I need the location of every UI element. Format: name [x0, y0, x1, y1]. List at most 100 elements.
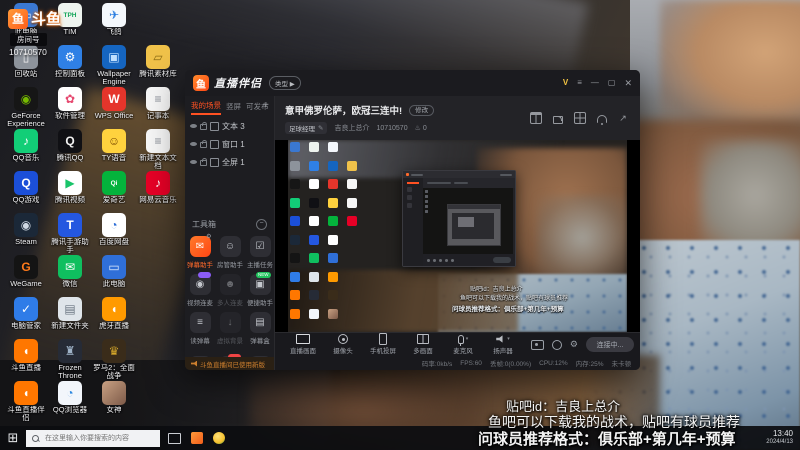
desktop-icon[interactable]: Q QQ游戏	[4, 171, 48, 213]
desktop-icon[interactable]: ▤ 新建文件夹	[48, 297, 92, 339]
toolbox-tool[interactable]: ↓ 虚拟背景	[215, 312, 245, 350]
lock-icon[interactable]	[200, 140, 207, 148]
toolbar-source-button[interactable]: ▾ 扬声器	[483, 334, 523, 355]
desktop-icon[interactable]: ▱ 腾讯素材库	[136, 45, 180, 87]
desktop-icon[interactable]: ♛ 罗马2：全面战争	[92, 339, 136, 381]
gift-box-icon[interactable]	[530, 112, 542, 124]
tool-gear-icon[interactable]: ⚙	[206, 233, 211, 240]
desktop-icon[interactable]	[136, 339, 180, 381]
visibility-eye-icon[interactable]	[190, 160, 197, 164]
notice-bar[interactable]: 斗鱼直播间已使用新版	[185, 357, 274, 370]
search-input[interactable]	[43, 433, 154, 443]
desktop-icon[interactable]	[136, 381, 180, 423]
dropdown-arrow-icon[interactable]: ▾	[466, 336, 469, 342]
desktop-icon-label: 百度网盘	[99, 238, 129, 246]
settings-gear-icon[interactable]: ⚙	[570, 340, 578, 349]
desktop-screen: ▭ 此电脑 TPH TIM ✈ 飞鸽 ▯ 回收站	[0, 0, 800, 450]
visibility-eye-icon[interactable]	[190, 124, 197, 128]
maximize-button[interactable]: ▢	[608, 79, 616, 87]
edit-icon[interactable]: ✎	[318, 124, 323, 132]
taskbar-app-icon[interactable]	[213, 432, 225, 444]
taskbar-app-icon[interactable]	[191, 432, 203, 444]
desktop-icon[interactable]	[136, 3, 180, 45]
desktop-icon[interactable]: ≡ 记事本	[136, 87, 180, 129]
edit-title-badge[interactable]: 修改	[409, 104, 435, 116]
close-button[interactable]: ✕	[624, 78, 632, 88]
toolbar-source-button[interactable]: 多画面	[403, 334, 443, 355]
desktop-icon-label: WeGame	[10, 280, 42, 288]
desktop-icon[interactable]: G WeGame	[4, 255, 48, 297]
stream-preview[interactable]: 贴吧id：吉良上总介 鱼吧可以下载我的战术，贴吧有球员推荐 问球员推荐格式：俱乐…	[275, 140, 640, 332]
taskbar-search[interactable]	[26, 429, 160, 447]
source-layer-row[interactable]: 全屏 1	[185, 153, 274, 171]
desktop-icon[interactable]	[136, 297, 180, 339]
desktop-icon[interactable]: ▭ 此电脑	[92, 255, 136, 297]
toolbox-tool[interactable]: ▤ 弹幕盒	[245, 312, 275, 350]
lock-icon[interactable]	[200, 158, 207, 166]
nested-logo-icon	[406, 173, 409, 176]
task-view-button[interactable]	[168, 432, 181, 444]
desktop-icon[interactable]: ≡ 新建文本文档	[136, 129, 180, 171]
vip-icon[interactable]: V	[563, 79, 568, 87]
toolbox-tool[interactable]: ▣ NEW 便捷助手	[245, 272, 275, 312]
share-icon[interactable]: ↗	[618, 113, 628, 123]
add-scene-button[interactable]: +	[263, 100, 269, 111]
category-pill[interactable]: 足球经理 ✎	[285, 122, 328, 134]
start-stream-button[interactable]: 连接中...	[586, 337, 634, 352]
toolbox-tool[interactable]: ☑ 主播任务	[245, 236, 275, 274]
dropdown-arrow-icon[interactable]: ▾	[507, 336, 510, 342]
desktop-icon[interactable]: ✿ 软件管理	[48, 87, 92, 129]
desktop-icon[interactable]: ◖ 斗鱼直播伴侣	[4, 381, 48, 423]
desktop-icon-label: QQ浏览器	[52, 406, 88, 414]
toolbar-source-button[interactable]: 直播画面	[283, 334, 323, 355]
app-type-pill[interactable]: 类型 ▶	[269, 76, 301, 90]
unlock-icon[interactable]	[553, 115, 563, 124]
toolbox-tool[interactable]: ◉ 视频连麦	[185, 272, 215, 312]
window-titlebar[interactable]: 鱼 直播伴侣 类型 ▶ V ≡ — ▢ ✕	[185, 70, 640, 96]
mini-wallpaper-pillow	[537, 195, 627, 280]
toolbox-tool[interactable]: ☺ 房管助手	[215, 236, 245, 274]
desktop-icon[interactable]: T 腾讯手游助手	[48, 213, 92, 255]
desktop-icon[interactable]: ◉ Steam	[4, 213, 48, 255]
desktop-icon[interactable]: ▶ 腾讯视频	[48, 171, 92, 213]
desktop-icon[interactable]: 女神	[92, 381, 136, 423]
minimize-button[interactable]: —	[591, 79, 599, 87]
mini-desktop-icon	[290, 142, 300, 152]
collapse-toolbox-button[interactable]: −	[256, 219, 267, 230]
desktop-icon[interactable]	[136, 213, 180, 255]
scene-tab[interactable]: 我的场景	[191, 100, 221, 115]
toolbox-tool[interactable]: ✉ ⚙ 弹幕助手	[185, 233, 215, 274]
toolbar-source-button[interactable]: ▾ 麦克风	[443, 334, 483, 355]
toolbar-source-button[interactable]: 摄像头	[323, 334, 363, 355]
toolbar-source-button[interactable]: 手机投屏	[363, 333, 403, 355]
toolbox-tool[interactable]: ☻ 多人连麦	[215, 274, 245, 312]
desktop-icon[interactable]: ♪ QQ音乐	[4, 129, 48, 171]
desktop-icon[interactable]: ☺ TY语音	[92, 129, 136, 171]
desktop-icon[interactable]: Q 腾讯QQ	[48, 129, 92, 171]
desktop-icon[interactable]: ◔ QQ浏览器	[48, 381, 92, 423]
record-icon[interactable]	[530, 339, 544, 350]
layout-grid-icon[interactable]	[574, 112, 586, 124]
desktop-icon[interactable]	[136, 255, 180, 297]
desktop-icon[interactable]: ♜ Frozen Throne	[48, 339, 92, 381]
taskbar-clock[interactable]: 13:40 2024/4/13	[766, 429, 800, 447]
start-button[interactable]: ⊞	[0, 426, 26, 450]
desktop-icon[interactable]: ◖ 斗鱼直播	[4, 339, 48, 381]
desktop-icon[interactable]: Qi 爱奇艺	[92, 171, 136, 213]
menu-icon[interactable]: ≡	[577, 79, 582, 87]
desktop-icon[interactable]: ◉ GeForce Experience	[4, 87, 48, 129]
source-layer-row[interactable]: 窗口 1	[185, 135, 274, 153]
desktop-icon[interactable]: W WPS Office	[92, 87, 136, 129]
source-layer-row[interactable]: 文本 3	[185, 117, 274, 135]
desktop-icon[interactable]: ◔ 百度网盘	[92, 213, 136, 255]
desktop-icon[interactable]: ♪ 网易云音乐	[136, 171, 180, 213]
desktop-icon[interactable]: ◖ 虎牙直播	[92, 297, 136, 339]
lock-icon[interactable]	[200, 122, 207, 130]
status-circle-icon[interactable]	[551, 339, 562, 350]
desktop-icon[interactable]: ✉ 微信	[48, 255, 92, 297]
toolbox-tool[interactable]: ≡ 读弹幕	[185, 312, 215, 350]
visibility-eye-icon[interactable]	[190, 142, 197, 146]
desktop-icon[interactable]: ✓ 电脑管家	[4, 297, 48, 339]
bell-icon[interactable]	[597, 114, 607, 125]
scene-tab[interactable]: 竖屏	[226, 101, 241, 114]
